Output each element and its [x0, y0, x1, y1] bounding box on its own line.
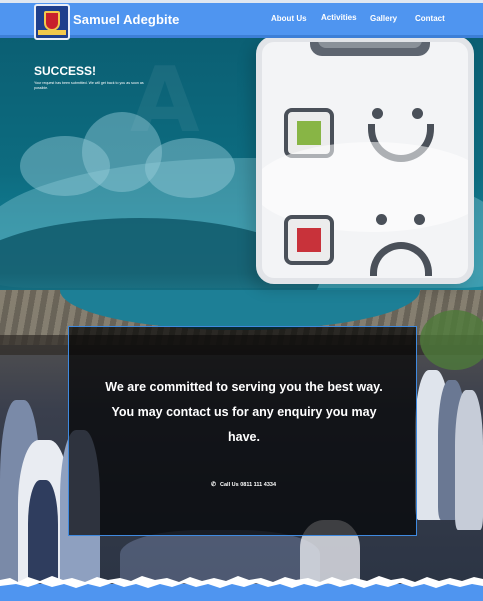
site-brand-name[interactable]: Samuel Adegbite: [73, 12, 179, 27]
sad-face-icon: [370, 242, 432, 276]
eye-icon: [376, 214, 387, 225]
browser-strip: [0, 0, 483, 3]
success-title: SUCCESS!: [34, 64, 97, 78]
commitment-text: We are committed to serving you the best…: [105, 380, 383, 444]
nav-about-us[interactable]: About Us: [271, 14, 307, 23]
top-navbar: Samuel Adegbite About Us Activities Gall…: [0, 0, 483, 40]
nav-activities[interactable]: Activities: [321, 13, 357, 22]
nav-contact[interactable]: Contact: [415, 14, 445, 23]
phone-number: Call Us 0811 111 4334: [220, 482, 276, 488]
contact-info-box: We are committed to serving you the best…: [68, 326, 417, 536]
eye-icon: [412, 108, 423, 119]
red-checkbox-icon: [284, 215, 334, 265]
phone-icon: ✆: [211, 482, 217, 488]
eye-icon: [372, 108, 383, 119]
school-crest-icon[interactable]: [34, 4, 70, 40]
eye-icon: [414, 214, 425, 225]
success-message: Your request has been submitted. We will…: [34, 81, 144, 90]
call-us-line[interactable]: ✆ Call Us 0811 111 4334: [69, 481, 418, 488]
feedback-device-illustration: [256, 36, 474, 284]
torn-paper-edge: [0, 576, 483, 601]
nav-gallery[interactable]: Gallery: [370, 14, 397, 23]
